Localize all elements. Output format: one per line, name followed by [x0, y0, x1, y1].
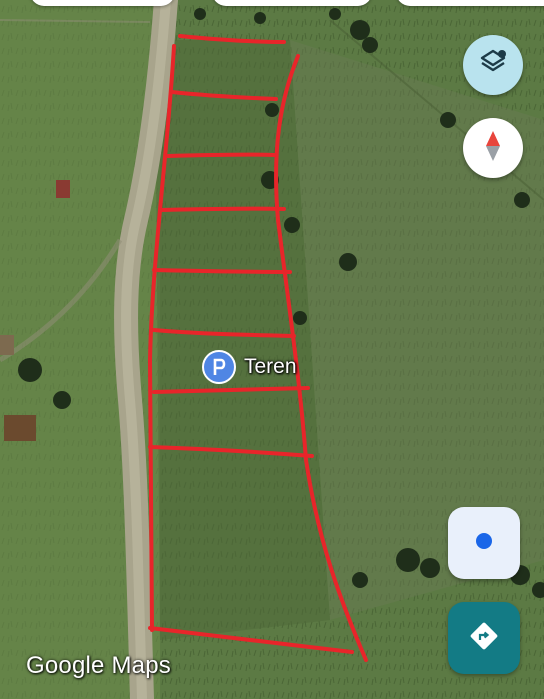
cut-line-4: [160, 206, 286, 212]
top-chip-left[interactable]: [30, 0, 175, 6]
top-chip-middle[interactable]: [212, 0, 372, 6]
directions-button[interactable]: [448, 602, 520, 674]
house: [0, 335, 14, 355]
place-marker[interactable]: Teren: [202, 350, 297, 384]
google-maps-logo: Google Maps: [26, 652, 171, 679]
compass-icon: [480, 129, 506, 168]
parking-pin-icon: [202, 350, 236, 384]
cut-line-3: [166, 152, 276, 158]
house: [56, 180, 70, 198]
directions-icon: [469, 621, 499, 656]
layers-button[interactable]: [463, 35, 523, 95]
compass-button[interactable]: [463, 118, 523, 178]
layers-icon: [478, 48, 508, 83]
my-location-button[interactable]: [448, 507, 520, 579]
place-label: Teren: [244, 355, 297, 378]
my-location-icon: [474, 531, 494, 556]
top-chip-right[interactable]: [396, 0, 544, 6]
cut-line-5: [152, 268, 292, 274]
house: [4, 415, 36, 441]
